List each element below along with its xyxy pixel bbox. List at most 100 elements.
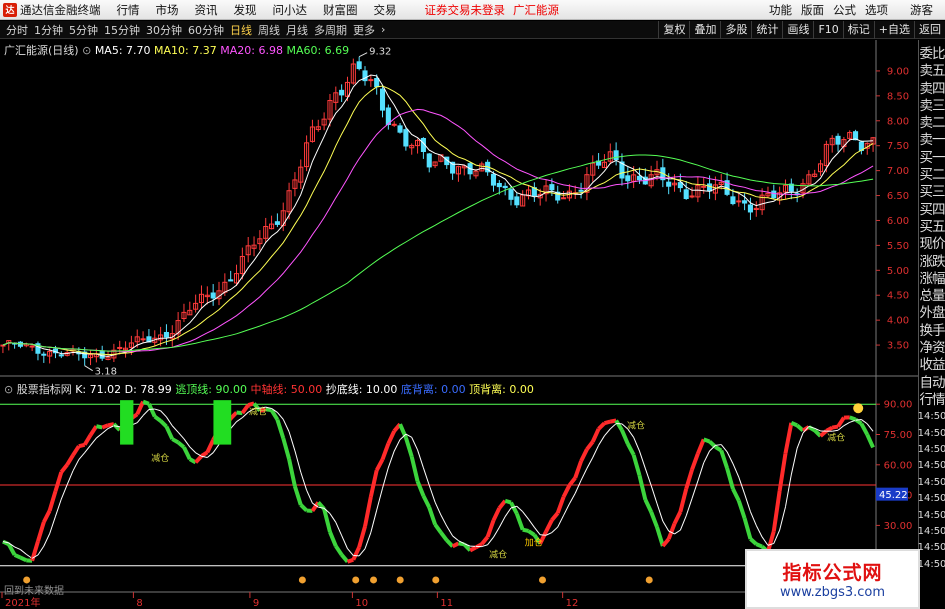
chart-canvas[interactable]: 9.00 8.50 8.00 7.50 7.00 6.50 6.00 5.50 5.00 4.50…: [0, 40, 918, 609]
side-item-13[interactable]: 涨幅: [920, 271, 945, 288]
menu-formula[interactable]: 公式: [833, 2, 856, 18]
k-segment: [696, 438, 706, 455]
side-item-6[interactable]: 买一: [920, 150, 945, 167]
candle-body: [29, 345, 35, 348]
d-segment: [376, 488, 384, 511]
menu-trade[interactable]: 交易: [374, 2, 397, 18]
side-time-5: 14:50: [917, 493, 945, 505]
d-segment: [866, 423, 874, 432]
k-segment: [714, 445, 723, 453]
collapse-icon[interactable]: ⊙: [82, 44, 91, 57]
collapse-icon[interactable]: ⊙: [4, 383, 13, 396]
menu-wealth[interactable]: 财富圈: [323, 2, 358, 18]
d-segment: [288, 431, 296, 451]
k-segment: [749, 537, 758, 546]
guest-user[interactable]: 游客: [910, 2, 933, 18]
menu-news[interactable]: 资讯: [195, 2, 218, 18]
period-5min[interactable]: 5分钟: [69, 22, 98, 38]
d-segment: [843, 421, 850, 427]
signal-mark-2: 减仓: [489, 549, 507, 561]
adjust-button[interactable]: 复权: [658, 20, 689, 39]
k-segment: [544, 519, 554, 533]
title-menu-bar: 达 通达信金融终端 行情 市场 资讯 发现 问小达 财富圈 交易 证券交易未登录…: [0, 0, 945, 20]
d-segment: [422, 467, 430, 486]
candle-body: [636, 175, 643, 181]
d-segment: [387, 450, 395, 468]
multi-stock-button[interactable]: 多股: [720, 20, 751, 39]
period-more[interactable]: 更多: [353, 22, 375, 38]
candle-body: [666, 181, 672, 187]
candle-body: [140, 338, 146, 341]
k-segment: [585, 440, 595, 451]
side-item-8[interactable]: 买三: [920, 184, 945, 201]
side-item-12[interactable]: 涨跌: [920, 254, 945, 271]
f10-button[interactable]: F10: [813, 20, 842, 39]
stats-button[interactable]: 统计: [751, 20, 782, 39]
d-segment: [755, 525, 763, 538]
menu-layout[interactable]: 版面: [801, 2, 824, 18]
back-to-future-label[interactable]: 回到未来数据: [4, 582, 64, 597]
menu-discover[interactable]: 发现: [234, 2, 257, 18]
period-1min[interactable]: 1分钟: [34, 22, 63, 38]
side-item-0[interactable]: 委比: [920, 46, 945, 63]
menu-market[interactable]: 市场: [156, 2, 179, 18]
ind-tick-label-1: 75.00: [884, 430, 913, 441]
period-daily[interactable]: 日线: [230, 22, 252, 38]
candle-body: [747, 204, 753, 213]
period-timeshare[interactable]: 分时: [6, 22, 28, 38]
side-item-7[interactable]: 买二: [920, 167, 945, 184]
side-item-16[interactable]: 换手: [920, 323, 945, 340]
k-segment: [53, 471, 64, 492]
side-item-14[interactable]: 总量: [920, 288, 945, 305]
k-segment: [561, 484, 572, 498]
menu-options[interactable]: 选项: [865, 2, 888, 18]
menu-function[interactable]: 功能: [769, 2, 792, 18]
k-segment: [293, 485, 303, 506]
side-item-9[interactable]: 买四: [920, 202, 945, 219]
d-segment: [49, 516, 56, 534]
side-item-3[interactable]: 卖三: [920, 98, 945, 115]
back-button[interactable]: 返回: [914, 20, 945, 39]
side-item-4[interactable]: 卖二: [920, 115, 945, 132]
k-segment: [672, 510, 683, 525]
candle-body: [613, 150, 619, 161]
side-item-10[interactable]: 买五: [920, 219, 945, 236]
menu-quotes[interactable]: 行情: [117, 2, 140, 18]
side-item-5[interactable]: 卖一: [920, 132, 945, 149]
period-60min[interactable]: 60分钟: [188, 22, 224, 38]
side-item-2[interactable]: 卖四: [920, 81, 945, 98]
period-weekly[interactable]: 周线: [258, 22, 280, 38]
side-item-17[interactable]: 净资: [920, 340, 945, 357]
side-item-1[interactable]: 卖五: [920, 63, 945, 80]
side-item-18[interactable]: 收益: [920, 357, 945, 374]
k-segment: [603, 419, 611, 426]
overlay-button[interactable]: 叠加: [689, 20, 720, 39]
candle-body: [490, 173, 497, 186]
broker-status[interactable]: 证券交易未登录: [425, 2, 506, 18]
side-item-15[interactable]: 外盘: [920, 305, 945, 322]
draw-line-button[interactable]: 画线: [782, 20, 813, 39]
d-segment: [703, 450, 711, 464]
period-multi[interactable]: 多周期: [314, 22, 347, 38]
k-segment: [831, 424, 839, 430]
k-segment: [182, 446, 192, 460]
time-label-2: 9: [253, 598, 259, 609]
side-item-11[interactable]: 现价: [920, 236, 945, 253]
period-30min[interactable]: 30分钟: [146, 22, 182, 38]
k-segment: [469, 545, 477, 553]
k-segment: [614, 419, 624, 432]
side-item-20[interactable]: 行情: [920, 392, 945, 409]
d-segment: [428, 485, 436, 503]
period-15min[interactable]: 15分钟: [104, 22, 140, 38]
chevron-right-icon[interactable]: ›: [381, 23, 385, 36]
signal-mark-3: 加仓: [525, 537, 543, 549]
side-item-19[interactable]: 自动: [920, 375, 945, 392]
top-signal-icon: [853, 403, 864, 414]
mark-button[interactable]: 标记: [842, 20, 874, 39]
ma-line-0: [2, 74, 874, 357]
d-segment: [861, 419, 868, 425]
high-pointer: [358, 52, 368, 58]
add-watchlist-button[interactable]: +自选: [873, 20, 914, 39]
menu-ask[interactable]: 问小达: [273, 2, 308, 18]
period-monthly[interactable]: 月线: [286, 22, 308, 38]
